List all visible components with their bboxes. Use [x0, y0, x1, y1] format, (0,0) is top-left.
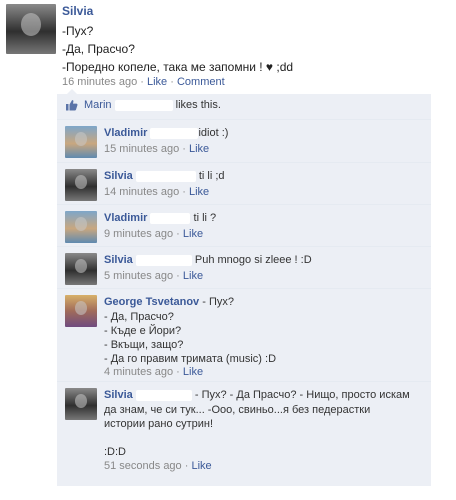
comment-body: да знам, че си тук... -Ооо, свиньо...я б… [104, 403, 370, 459]
comment-author[interactable]: Silvia [104, 389, 133, 401]
comment-line: да знам, че си тук... -Ооо, свиньо...я б… [104, 404, 371, 416]
comment-text: Puh mnogo si zleee ! :D [194, 254, 312, 266]
redacted-surname [150, 127, 199, 139]
comment-line: - Къде е Йори? [104, 325, 182, 337]
comment-meta: 14 minutes ago · Like [104, 186, 210, 198]
comment-author[interactable]: Vladimir [104, 127, 147, 139]
comment-avatar[interactable] [65, 211, 97, 243]
comment-line: - Да, Прасчо? [104, 311, 174, 323]
thumbs-up-icon [65, 99, 78, 111]
redacted-surname [135, 170, 196, 182]
comment-like-link[interactable]: Like [191, 460, 211, 472]
post-author-avatar[interactable] [6, 4, 56, 54]
comment-line: истории рано сутрин! [104, 418, 214, 430]
comment-item: Silvia - Пух? - Да Прасчо? - Нищо, прост… [57, 381, 431, 480]
comment-line: :D:D [104, 446, 126, 458]
comment-item: Vladimir idiot :) 15 minutes ago · Like [57, 119, 431, 162]
comment-timestamp[interactable]: 4 minutes ago [104, 366, 173, 378]
comment-meta: 51 seconds ago · Like [104, 460, 212, 472]
comment-item: Silvia ti li ;d 14 minutes ago · Like [57, 162, 431, 205]
comment-author[interactable]: Silvia [104, 254, 133, 266]
redacted-surname [114, 99, 173, 111]
comment-body: - Да, Прасчо? - Къде е Йори? - Вкъщи, за… [104, 310, 276, 366]
likes-summary: Marin likes this. [84, 99, 221, 111]
likes-text: likes this. [175, 99, 221, 111]
comment-author[interactable]: George Tsvetanov [104, 296, 199, 308]
comment-author[interactable]: Vladimir [104, 212, 147, 224]
comment-meta: 4 minutes ago · Like [104, 366, 204, 378]
comment-item: George Tsvetanov - Пух? - Да, Прасчо? - … [57, 288, 431, 381]
comment-avatar[interactable] [65, 126, 97, 158]
likes-row: Marin likes this. [57, 94, 431, 118]
liker-name[interactable]: Marin [84, 99, 112, 111]
comment-item: Silvia Puh mnogo si zleee ! :D 5 minutes… [57, 246, 431, 289]
comment-like-link[interactable]: Like [183, 228, 203, 240]
comment-text: - Пух? - Да Прасчо? - Нищо, просто искам [194, 389, 410, 401]
post-line: -Поредно копеле, така ме запомни ! ♥ ;dd [62, 60, 294, 74]
post-line: -Да, Прасчо? [62, 42, 135, 56]
post-like-link[interactable]: Like [147, 76, 167, 88]
comment-timestamp[interactable]: 51 seconds ago [104, 460, 182, 472]
comment-avatar[interactable] [65, 388, 97, 420]
comment-text: ti li ;d [198, 170, 225, 182]
redacted-surname [135, 254, 192, 266]
comment-line: - Вкъщи, защо? [104, 339, 184, 351]
comment-avatar[interactable] [65, 169, 97, 201]
comment-timestamp[interactable]: 5 minutes ago [104, 270, 173, 282]
comment-meta: 5 minutes ago · Like [104, 270, 204, 282]
post-comment-link[interactable]: Comment [177, 76, 225, 88]
comment-text: ti li ? [193, 212, 217, 224]
comment-like-link[interactable]: Like [183, 270, 203, 282]
redacted-surname [150, 212, 191, 224]
comment-line: - Да го правим тримата (music) :D [104, 353, 277, 365]
comment-timestamp[interactable]: 14 minutes ago [104, 186, 179, 198]
post-author-name[interactable]: Silvia [62, 4, 93, 18]
comment-meta: 9 minutes ago · Like [104, 228, 204, 240]
post-message: -Пух? -Да, Прасчо? -Поредно копеле, така… [62, 22, 442, 76]
comment-avatar[interactable] [65, 253, 97, 285]
comment-author[interactable]: Silvia [104, 170, 133, 182]
comment-text: - Пух? [202, 296, 234, 308]
comment-like-link[interactable]: Like [183, 366, 203, 378]
comment-timestamp[interactable]: 15 minutes ago [104, 143, 179, 155]
post-meta: 16 minutes ago · Like · Comment [62, 76, 225, 88]
feedback-panel: Marin likes this. Vladimir idiot :) 15 m… [57, 89, 431, 486]
comment-line [104, 431, 370, 445]
redacted-surname [135, 389, 192, 401]
comment-meta: 15 minutes ago · Like [104, 143, 210, 155]
comment-like-link[interactable]: Like [189, 186, 209, 198]
comment-timestamp[interactable]: 9 minutes ago [104, 228, 173, 240]
comment-item: Vladimir ti li ? 9 minutes ago · Like [57, 204, 431, 247]
comment-like-link[interactable]: Like [189, 143, 209, 155]
comment-avatar[interactable] [65, 295, 97, 327]
post-line: -Пух? [62, 24, 94, 38]
comment-text: idiot :) [198, 127, 229, 139]
post-timestamp[interactable]: 16 minutes ago [62, 76, 137, 88]
